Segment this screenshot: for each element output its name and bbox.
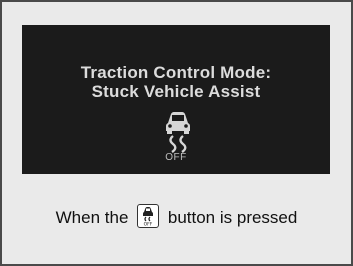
caption: When the OFF button is pressed [2, 204, 351, 228]
mode-subtitle: Stuck Vehicle Assist [91, 82, 261, 101]
display-screen: Traction Control Mode: Stuck Vehicle Ass… [22, 25, 330, 174]
caption-before: When the [55, 208, 129, 227]
traction-control-off-button-icon: OFF [137, 204, 160, 228]
traction-control-off-icon [166, 112, 190, 153]
caption-after: button is pressed [167, 208, 298, 227]
mode-title: Traction Control Mode: [80, 63, 272, 82]
svg-text:OFF: OFF [144, 222, 153, 227]
off-label: OFF [165, 152, 187, 163]
info-panel: Traction Control Mode: Stuck Vehicle Ass… [0, 0, 353, 266]
